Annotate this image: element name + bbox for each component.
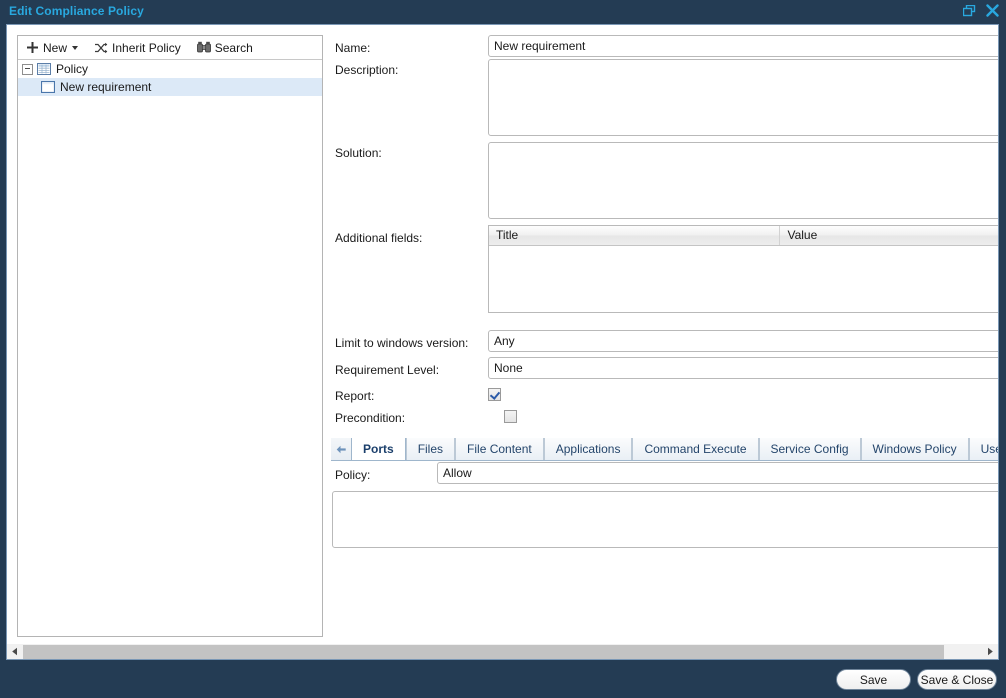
limit-windows-version-select[interactable]: Any [488,330,999,352]
close-icon[interactable] [985,3,1000,18]
new-button[interactable]: New [23,37,84,59]
save-button[interactable]: Save [836,669,911,690]
report-label: Report: [335,389,374,403]
window-title: Edit Compliance Policy [9,4,144,18]
policy-notes-input[interactable] [332,491,999,548]
plus-icon [25,41,39,55]
dialog-footer: Save Save & Close [0,661,1006,698]
additional-fields-rows [489,246,999,313]
scroll-right-button[interactable] [982,645,998,659]
tab-user-right-constraint[interactable]: User Right Constraint [969,438,999,460]
requirement-level-label: Requirement Level: [335,363,439,377]
additional-fields-header: Title Value [489,226,999,246]
description-input[interactable] [488,59,999,136]
column-header-title[interactable]: Title [489,226,780,245]
requirement-type-tabs: Ports Files File Content Applications Co… [331,438,999,461]
column-header-value[interactable]: Value [780,226,999,245]
additional-fields-label: Additional fields: [335,231,422,245]
tree-node-new-requirement[interactable]: New requirement [18,78,322,96]
report-checkbox[interactable] [488,388,501,401]
name-label: Name: [335,41,370,55]
collapse-toggle-icon[interactable] [22,64,33,75]
tab-service-config[interactable]: Service Config [759,438,861,460]
title-bar: Edit Compliance Policy [0,0,1006,24]
tab-ports[interactable]: Ports [351,438,406,460]
policy-tree-panel: New Inherit Policy [17,35,323,637]
restore-icon[interactable] [962,3,977,18]
edit-compliance-policy-window: Edit Compliance Policy [0,0,1006,698]
inherit-policy-button[interactable]: Inherit Policy [92,37,187,59]
tab-files[interactable]: Files [406,438,455,460]
search-button-label: Search [215,41,253,55]
policy-label: Policy: [335,468,370,482]
inherit-policy-label: Inherit Policy [112,41,181,55]
new-button-label: New [43,41,67,55]
precondition-checkbox[interactable] [504,410,517,423]
arrow-right-icon [986,647,994,656]
precondition-label: Precondition: [335,411,405,425]
shuffle-arrows-icon [94,41,108,55]
tab-windows-policy[interactable]: Windows Policy [861,438,969,460]
dialog-content: New Inherit Policy [6,24,999,660]
description-label: Description: [335,63,398,77]
tab-scroll-left-button[interactable] [331,438,351,460]
solution-input[interactable] [488,142,999,219]
limit-windows-version-label: Limit to windows version: [335,336,468,350]
tree-node-policy[interactable]: Policy [18,60,322,78]
save-and-close-button[interactable]: Save & Close [917,669,997,690]
name-input[interactable]: New requirement [488,35,999,57]
arrow-left-icon [11,647,19,656]
scrollbar-thumb[interactable] [23,645,944,659]
policy-tree: Policy New requirement [18,60,322,96]
chevron-down-icon [72,46,78,50]
grid-table-icon [37,63,51,75]
window-controls [962,3,1000,18]
requirement-form: Name: New requirement Description: Solut… [325,25,998,659]
binoculars-icon [197,41,211,55]
additional-fields-grid[interactable]: Title Value [488,225,999,313]
tab-file-content[interactable]: File Content [455,438,544,460]
tree-node-label: Policy [56,62,88,76]
solution-label: Solution: [335,146,382,160]
policy-select[interactable]: Allow [437,462,999,484]
tree-toolbar: New Inherit Policy [18,36,322,60]
horizontal-scrollbar[interactable] [6,644,999,660]
tab-command-execute[interactable]: Command Execute [632,438,758,460]
scroll-left-button[interactable] [7,645,23,659]
requirement-box-icon [41,81,55,93]
requirement-level-select[interactable]: None [488,357,999,379]
search-button[interactable]: Search [195,37,259,59]
tab-applications[interactable]: Applications [544,438,633,460]
arrow-left-icon [336,445,347,454]
scrollbar-track[interactable] [23,645,982,659]
tree-node-label: New requirement [60,80,151,94]
